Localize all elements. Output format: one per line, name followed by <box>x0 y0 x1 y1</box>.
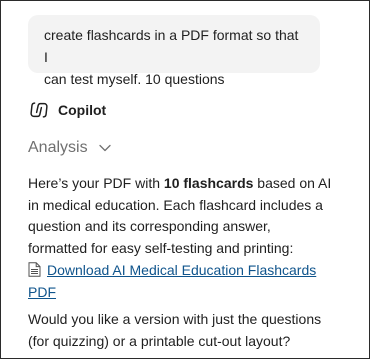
answer-bold: 10 flashcards <box>163 175 254 191</box>
assistant-answer: Here’s your PDF with 10 flashcards based… <box>28 173 333 259</box>
answer-prefix: Here’s your PDF with <box>28 175 164 191</box>
user-message-bubble: create flashcards in a PDF format so tha… <box>28 15 320 87</box>
assistant-header: Copilot <box>28 99 106 121</box>
download-attachment: Download AI Medical Education Flashcards… <box>28 260 338 303</box>
chevron-down-icon <box>98 144 111 152</box>
download-link-line-1: Download AI Medical Education Flashcards <box>47 262 317 278</box>
followup-question: Would you like a version with just the q… <box>28 309 338 352</box>
download-link[interactable]: Download AI Medical Education Flashcards… <box>28 262 316 300</box>
copilot-logo-icon <box>30 102 48 118</box>
assistant-name: Copilot <box>58 102 107 118</box>
user-message-line-1: create flashcards in a PDF format so tha… <box>44 27 299 65</box>
user-message-line-2: can test myself. 10 questions <box>44 71 225 87</box>
download-link-line-2: PDF <box>28 283 56 300</box>
document-icon <box>28 262 41 277</box>
analysis-label: Analysis <box>28 139 88 156</box>
analysis-toggle[interactable]: Analysis <box>28 136 112 160</box>
followup-line-2: (for quizzing) or a printable cut-out la… <box>28 332 291 349</box>
followup-line-1: Would you like a version with just the q… <box>28 311 322 327</box>
